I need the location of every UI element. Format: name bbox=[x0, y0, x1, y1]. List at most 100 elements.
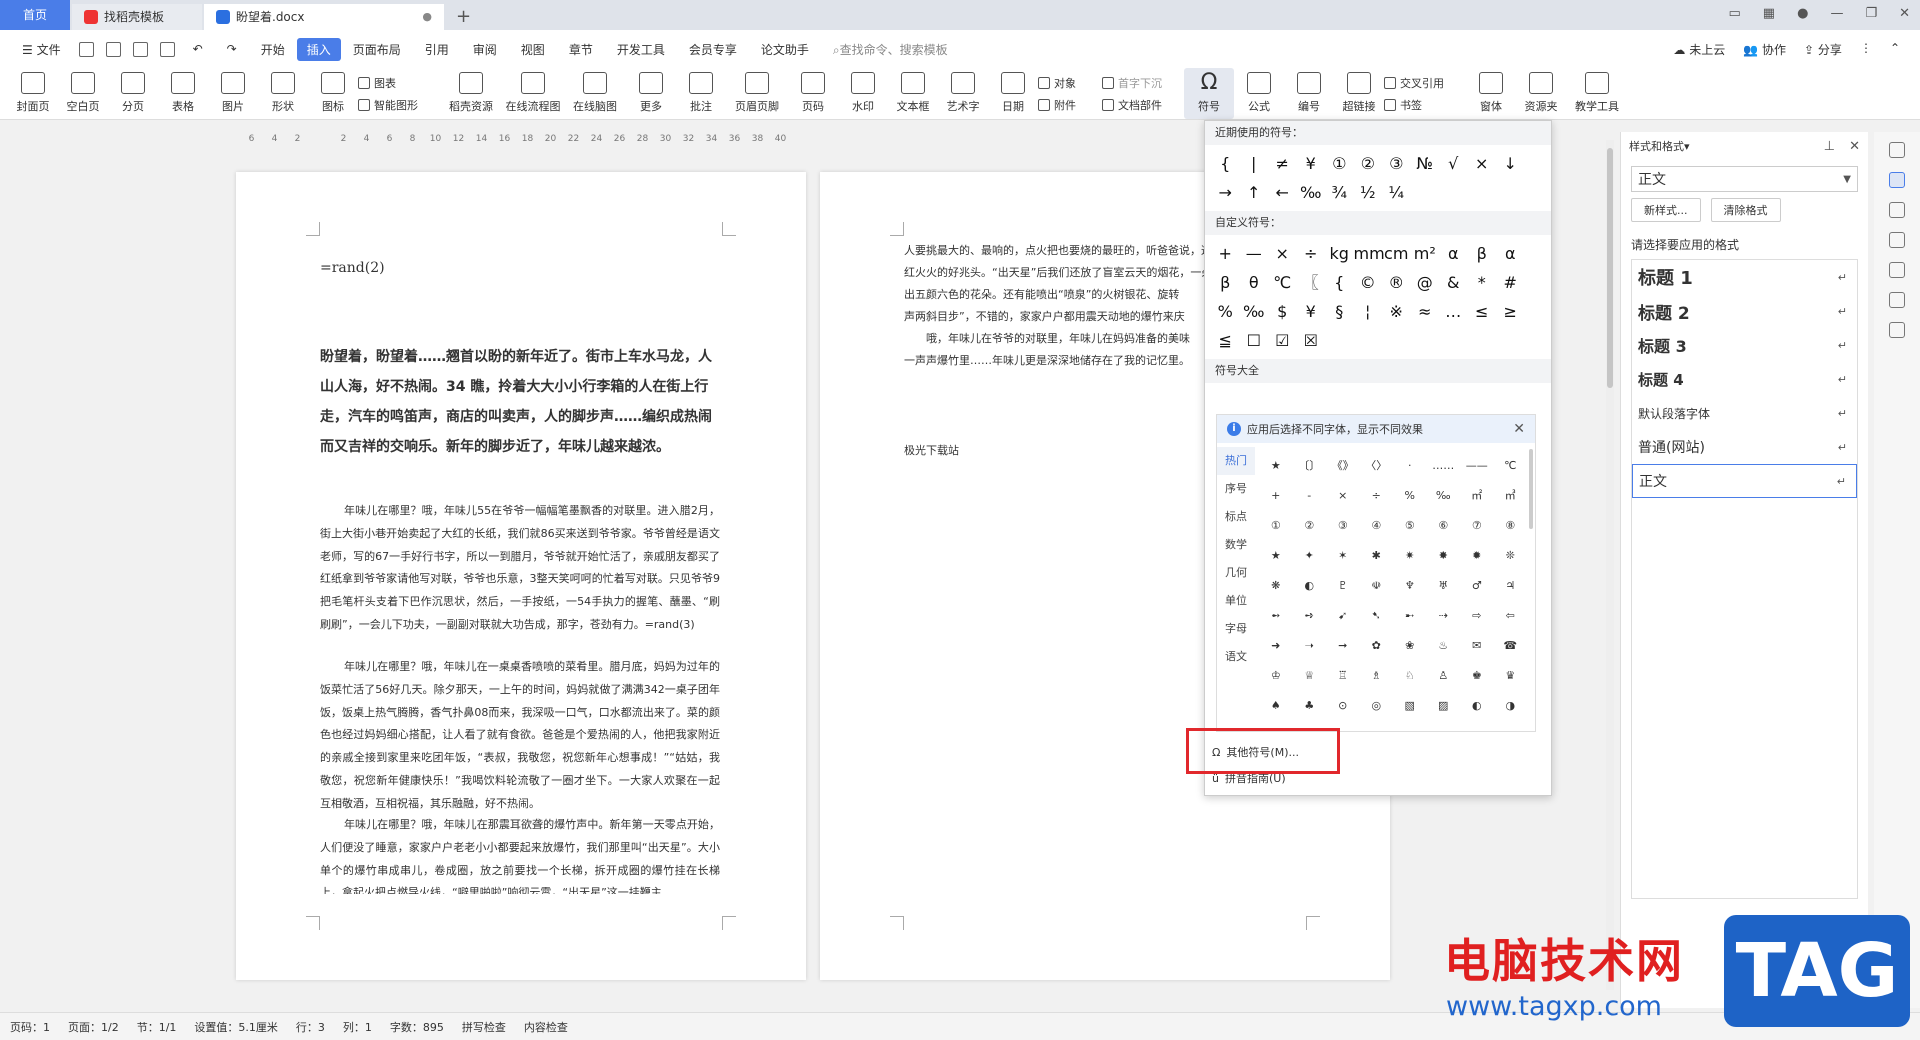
menu-item-0[interactable]: 开始 bbox=[249, 41, 297, 58]
symbol-cell[interactable]: ✷ bbox=[1393, 541, 1427, 571]
pen-icon[interactable] bbox=[1889, 172, 1905, 188]
symbol-cell[interactable]: % bbox=[1393, 481, 1427, 511]
symbol-cell[interactable]: ♆ bbox=[1393, 571, 1427, 601]
symbol-cell[interactable]: α bbox=[1439, 239, 1468, 268]
vertical-scrollbar[interactable] bbox=[1606, 140, 1614, 990]
symbol-cell[interactable]: —— bbox=[1460, 451, 1494, 481]
cursor-icon[interactable] bbox=[1889, 202, 1905, 218]
symbol-cell[interactable]: 〖 bbox=[1297, 268, 1326, 297]
menu-item-8[interactable]: 会员专享 bbox=[677, 41, 749, 58]
symbol-scrollbar[interactable] bbox=[1529, 449, 1533, 529]
style-item[interactable]: 正文 ↵ bbox=[1632, 464, 1857, 498]
symbol-cell[interactable]: …… bbox=[1427, 451, 1461, 481]
symbol-cell[interactable]: ➞ bbox=[1326, 631, 1360, 661]
symbol-cell[interactable]: % bbox=[1211, 297, 1240, 326]
close-icon[interactable]: ● bbox=[422, 4, 432, 30]
teaching-tools-button[interactable]: 教学工具 bbox=[1566, 68, 1628, 119]
status-item[interactable]: 拼写检查 bbox=[462, 1019, 506, 1035]
sliders-icon[interactable] bbox=[1889, 232, 1905, 248]
cover-page-button[interactable]: 封面页 bbox=[8, 68, 58, 119]
file-menu[interactable]: ☰ 文件 bbox=[10, 41, 73, 58]
symbol-cell[interactable]: | bbox=[1240, 149, 1269, 178]
page-number-button[interactable]: 页码 bbox=[788, 68, 838, 119]
symbol-cell[interactable]: ➜ bbox=[1259, 631, 1293, 661]
status-item[interactable]: 节：1/1 bbox=[137, 1019, 177, 1035]
symbol-cell[interactable]: ≈ bbox=[1411, 297, 1440, 326]
symbol-cell[interactable]: ♖ bbox=[1326, 661, 1360, 691]
share-button[interactable]: ⇪ 分享 bbox=[1804, 41, 1842, 58]
symbol-cell[interactable]: $ bbox=[1268, 297, 1297, 326]
symbol-cell[interactable]: ♛ bbox=[1494, 661, 1528, 691]
book-icon[interactable] bbox=[1889, 322, 1905, 338]
new-tab-button[interactable]: + bbox=[446, 4, 481, 30]
symbol-cell[interactable]: ➷ bbox=[1360, 601, 1394, 631]
grid-icon[interactable]: ▦ bbox=[1763, 6, 1775, 21]
style-item[interactable]: 标题 4 ↵ bbox=[1632, 362, 1857, 396]
tab-template[interactable]: 找稻壳模板 bbox=[72, 4, 202, 30]
symbol-cell[interactable]: ♅ bbox=[1427, 571, 1461, 601]
symbol-cell[interactable]: ♚ bbox=[1460, 661, 1494, 691]
blank-page-button[interactable]: 空白页 bbox=[58, 68, 108, 119]
symbol-cell[interactable]: ♇ bbox=[1326, 571, 1360, 601]
symbol-cell[interactable]: ÷ bbox=[1297, 239, 1326, 268]
symbol-cell[interactable]: × bbox=[1268, 239, 1297, 268]
symbol-cell[interactable]: ≤ bbox=[1468, 297, 1497, 326]
symbol-cell[interactable]: → bbox=[1211, 178, 1240, 207]
symbol-cell[interactable]: + bbox=[1211, 239, 1240, 268]
status-item[interactable]: 字数：895 bbox=[390, 1019, 444, 1035]
page-break-button[interactable]: 分页 bbox=[108, 68, 158, 119]
symbol-cell[interactable]: ⇨ bbox=[1460, 601, 1494, 631]
pin-icon[interactable]: ⊥ bbox=[1824, 139, 1835, 154]
symbol-cell[interactable]: ☑ bbox=[1268, 326, 1297, 355]
symbol-cell[interactable]: √ bbox=[1439, 149, 1468, 178]
symbol-cell[interactable]: © bbox=[1354, 268, 1383, 297]
symbol-cell[interactable]: α bbox=[1496, 239, 1525, 268]
symbol-cell[interactable]: { bbox=[1325, 268, 1354, 297]
symbol-cell[interactable]: ❊ bbox=[1494, 541, 1528, 571]
clear-format-button[interactable]: 清除格式 bbox=[1710, 198, 1781, 222]
symbol-cell[interactable]: ◎ bbox=[1360, 691, 1394, 721]
chart-button[interactable]: 图表 bbox=[358, 75, 440, 91]
symbol-cell[interactable]: ½ bbox=[1354, 178, 1383, 207]
docer-resource-button[interactable]: 稻壳资源 bbox=[440, 68, 502, 119]
collapse-icon[interactable]: ⌃ bbox=[1890, 41, 1900, 58]
bookmark-button[interactable]: 书签 bbox=[1384, 97, 1466, 113]
symbol-cell[interactable]: ⑧ bbox=[1494, 511, 1528, 541]
symbol-cell[interactable]: ㎡ bbox=[1460, 481, 1494, 511]
flowchart-button[interactable]: 在线流程图 bbox=[502, 68, 564, 119]
symbol-cell[interactable]: ♘ bbox=[1393, 661, 1427, 691]
rocket-icon[interactable] bbox=[1889, 142, 1905, 158]
shape-button[interactable]: 形状 bbox=[258, 68, 308, 119]
undo-icon[interactable]: ↶ bbox=[181, 42, 215, 56]
symbol-cell[interactable]: ◑ bbox=[1494, 691, 1528, 721]
symbol-cell[interactable]: & bbox=[1439, 268, 1468, 297]
symbol-cell[interactable]: ¥ bbox=[1297, 297, 1326, 326]
symbol-cell[interactable]: θ bbox=[1240, 268, 1269, 297]
symbol-cell[interactable]: ② bbox=[1293, 511, 1327, 541]
symbol-cell[interactable]: ③ bbox=[1326, 511, 1360, 541]
symbol-cell[interactable]: ☐ bbox=[1240, 326, 1269, 355]
symbol-cell[interactable]: ② bbox=[1354, 149, 1383, 178]
symbol-cell[interactable]: ⑥ bbox=[1427, 511, 1461, 541]
symbol-cell[interactable]: @ bbox=[1411, 268, 1440, 297]
symbol-cell[interactable]: ④ bbox=[1360, 511, 1394, 541]
new-style-button[interactable]: 新样式... bbox=[1631, 198, 1701, 222]
comment-button[interactable]: 批注 bbox=[676, 68, 726, 119]
symbol-cell[interactable]: ☫ bbox=[1360, 571, 1394, 601]
image-icon[interactable] bbox=[1889, 262, 1905, 278]
symbol-cell[interactable]: mm bbox=[1354, 239, 1385, 268]
symbol-cell[interactable]: ↑ bbox=[1240, 178, 1269, 207]
symbol-cell[interactable]: ➝ bbox=[1293, 631, 1327, 661]
attachment-button[interactable]: 附件 bbox=[1038, 97, 1102, 113]
collab-button[interactable]: 👥 协作 bbox=[1743, 41, 1786, 58]
page-1[interactable]: =rand(2) 盼望着，盼望着……翘首以盼的新年近了。街市上车水马龙，人山人海… bbox=[236, 172, 806, 980]
search-command[interactable]: ⌕查找命令、搜索模板 bbox=[821, 41, 960, 58]
menu-item-6[interactable]: 章节 bbox=[557, 41, 605, 58]
symbol-cell[interactable]: ♃ bbox=[1494, 571, 1528, 601]
symbol-cell[interactable]: ➻ bbox=[1259, 601, 1293, 631]
symbol-cell[interactable]: ⇢ bbox=[1427, 601, 1461, 631]
symbol-cell[interactable]: ‰ bbox=[1240, 297, 1269, 326]
crossref-button[interactable]: 交叉引用 bbox=[1384, 75, 1466, 91]
symbol-button[interactable]: Ω 符号 bbox=[1184, 68, 1234, 119]
style-item[interactable]: 默认段落字体 ↵ bbox=[1632, 396, 1857, 430]
